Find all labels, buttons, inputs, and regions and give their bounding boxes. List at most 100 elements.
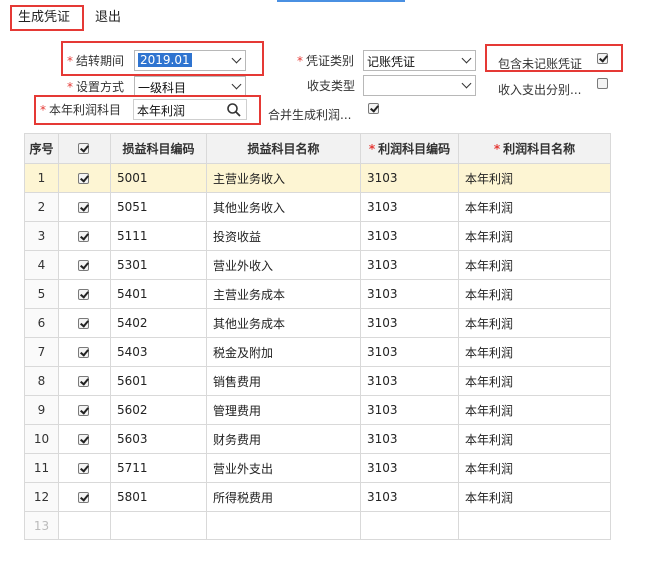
merge-checkbox[interactable]	[368, 103, 379, 114]
row-name[interactable]: 管理费用	[206, 395, 361, 425]
voucher-type-select[interactable]: 记账凭证	[363, 50, 476, 71]
table-row[interactable]: 9 5602 管理费用 3103 本年利润	[24, 395, 611, 425]
row-code[interactable]: 5001	[110, 163, 207, 193]
table-row[interactable]: 10 5603 财务费用 3103 本年利润	[24, 424, 611, 454]
row-profit-name[interactable]	[458, 511, 611, 540]
row-profit-name[interactable]: 本年利润	[458, 366, 611, 396]
row-code[interactable]	[110, 511, 207, 540]
row-profit-code[interactable]: 3103	[360, 482, 459, 512]
row-name[interactable]: 销售费用	[206, 366, 361, 396]
row-profit-name[interactable]: 本年利润	[458, 337, 611, 367]
row-code[interactable]: 5602	[110, 395, 207, 425]
row-name[interactable]: 其他业务收入	[206, 192, 361, 222]
table-row[interactable]: 1 5001 主营业务收入 3103 本年利润	[24, 163, 611, 193]
row-profit-code[interactable]: 3103	[360, 395, 459, 425]
row-checkbox[interactable]	[78, 376, 89, 387]
row-checkbox-cell[interactable]	[58, 453, 111, 483]
row-checkbox-cell[interactable]	[58, 337, 111, 367]
row-checkbox[interactable]	[78, 405, 89, 416]
row-name[interactable]: 营业外收入	[206, 250, 361, 280]
row-checkbox-cell[interactable]	[58, 395, 111, 425]
row-name[interactable]: 所得税费用	[206, 482, 361, 512]
row-code[interactable]: 5402	[110, 308, 207, 338]
row-code[interactable]: 5301	[110, 250, 207, 280]
row-profit-code[interactable]: 3103	[360, 424, 459, 454]
row-profit-code[interactable]: 3103	[360, 250, 459, 280]
row-code[interactable]: 5711	[110, 453, 207, 483]
row-checkbox-cell[interactable]	[58, 221, 111, 251]
include-unposted-checkbox[interactable]	[597, 53, 608, 64]
row-name[interactable]: 投资收益	[206, 221, 361, 251]
generate-voucher-button[interactable]: 生成凭证	[18, 7, 70, 29]
setup-select[interactable]: 一级科目	[134, 76, 246, 97]
table-row[interactable]: 8 5601 销售费用 3103 本年利润	[24, 366, 611, 396]
row-code[interactable]: 5111	[110, 221, 207, 251]
row-profit-code[interactable]: 3103	[360, 221, 459, 251]
row-checkbox-cell[interactable]	[58, 424, 111, 454]
row-checkbox-cell[interactable]	[58, 192, 111, 222]
search-icon[interactable]	[226, 102, 242, 118]
row-checkbox[interactable]	[78, 173, 89, 184]
row-checkbox[interactable]	[78, 463, 89, 474]
row-checkbox-cell[interactable]	[58, 279, 111, 309]
row-name[interactable]: 主营业务收入	[206, 163, 361, 193]
row-profit-name[interactable]: 本年利润	[458, 482, 611, 512]
row-checkbox[interactable]	[78, 347, 89, 358]
row-profit-code[interactable]: 3103	[360, 337, 459, 367]
chevron-down-icon[interactable]	[228, 51, 245, 70]
row-code[interactable]: 5403	[110, 337, 207, 367]
row-profit-code[interactable]: 3103	[360, 279, 459, 309]
row-code[interactable]: 5603	[110, 424, 207, 454]
row-checkbox[interactable]	[78, 260, 89, 271]
row-profit-name[interactable]: 本年利润	[458, 424, 611, 454]
table-row[interactable]: 2 5051 其他业务收入 3103 本年利润	[24, 192, 611, 222]
exit-button[interactable]: 退出	[95, 7, 121, 29]
row-profit-name[interactable]: 本年利润	[458, 279, 611, 309]
row-profit-name[interactable]: 本年利润	[458, 192, 611, 222]
row-code[interactable]: 5601	[110, 366, 207, 396]
row-name[interactable]: 主营业务成本	[206, 279, 361, 309]
row-name[interactable]: 其他业务成本	[206, 308, 361, 338]
row-profit-code[interactable]: 3103	[360, 453, 459, 483]
table-row[interactable]: 3 5111 投资收益 3103 本年利润	[24, 221, 611, 251]
row-checkbox[interactable]	[78, 318, 89, 329]
table-row[interactable]: 5 5401 主营业务成本 3103 本年利润	[24, 279, 611, 309]
chevron-down-icon[interactable]	[458, 51, 475, 70]
row-profit-code[interactable]: 3103	[360, 163, 459, 193]
row-profit-name[interactable]: 本年利润	[458, 163, 611, 193]
row-profit-name[interactable]: 本年利润	[458, 453, 611, 483]
profit-subject-input[interactable]: 本年利润	[133, 99, 247, 120]
row-code[interactable]: 5401	[110, 279, 207, 309]
row-name[interactable]: 税金及附加	[206, 337, 361, 367]
row-checkbox[interactable]	[78, 492, 89, 503]
chevron-down-icon[interactable]	[458, 76, 475, 95]
table-row[interactable]: 12 5801 所得税费用 3103 本年利润	[24, 482, 611, 512]
split-checkbox[interactable]	[597, 78, 608, 89]
select-all-checkbox[interactable]	[78, 143, 89, 154]
row-name[interactable]	[206, 511, 361, 540]
row-name[interactable]: 营业外支出	[206, 453, 361, 483]
row-checkbox-cell[interactable]	[58, 250, 111, 280]
table-row[interactable]: 11 5711 营业外支出 3103 本年利润	[24, 453, 611, 483]
table-row[interactable]: 6 5402 其他业务成本 3103 本年利润	[24, 308, 611, 338]
row-code[interactable]: 5801	[110, 482, 207, 512]
row-checkbox-cell[interactable]	[58, 163, 111, 193]
row-profit-name[interactable]: 本年利润	[458, 308, 611, 338]
row-checkbox-cell[interactable]	[58, 308, 111, 338]
row-checkbox[interactable]	[78, 434, 89, 445]
chevron-down-icon[interactable]	[228, 77, 245, 96]
table-row[interactable]: 4 5301 营业外收入 3103 本年利润	[24, 250, 611, 280]
table-row-empty[interactable]: 13	[24, 511, 611, 540]
row-name[interactable]: 财务费用	[206, 424, 361, 454]
row-checkbox-cell[interactable]	[58, 366, 111, 396]
row-checkbox-cell[interactable]	[58, 482, 111, 512]
row-checkbox-cell[interactable]	[58, 511, 111, 540]
row-profit-name[interactable]: 本年利润	[458, 395, 611, 425]
row-profit-code[interactable]: 3103	[360, 192, 459, 222]
row-profit-name[interactable]: 本年利润	[458, 221, 611, 251]
table-row[interactable]: 7 5403 税金及附加 3103 本年利润	[24, 337, 611, 367]
row-profit-code[interactable]: 3103	[360, 366, 459, 396]
row-checkbox[interactable]	[78, 289, 89, 300]
period-select[interactable]: 2019.01	[134, 50, 246, 71]
row-profit-code[interactable]	[360, 511, 459, 540]
